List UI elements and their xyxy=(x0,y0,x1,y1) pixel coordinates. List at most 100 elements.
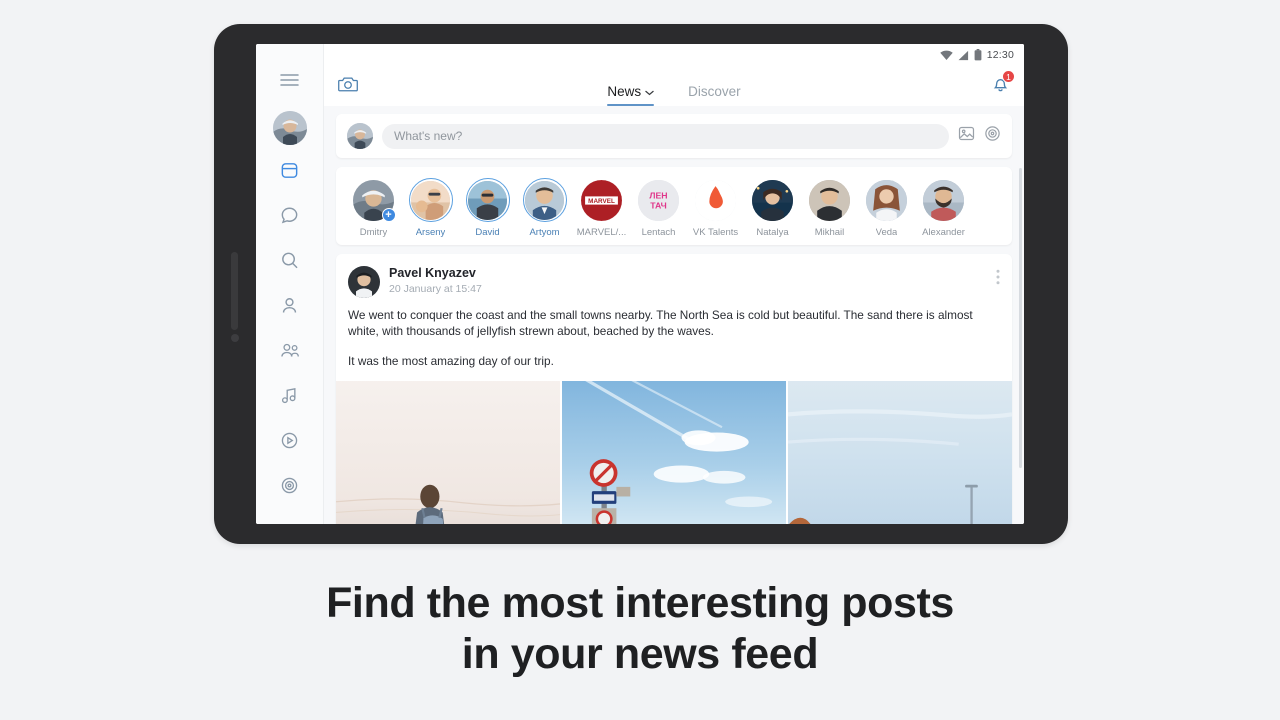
story-avatar xyxy=(411,180,450,220)
story-name: Mikhail xyxy=(814,227,845,238)
post-more-options-button[interactable] xyxy=(996,266,1000,290)
story-name: Artyom xyxy=(529,227,560,238)
story-item[interactable]: Mikhail xyxy=(801,178,858,238)
video-icon xyxy=(279,430,300,456)
sidebar-item-friends[interactable] xyxy=(268,330,312,375)
tab-discover[interactable]: Discover xyxy=(688,84,741,106)
rail-avatar-button[interactable] xyxy=(268,105,312,150)
tab-news-label: News xyxy=(607,84,642,99)
post-header: Pavel Knyazev 20 January at 15:47 xyxy=(336,254,1012,298)
notifications-button[interactable]: 1 xyxy=(991,70,1015,98)
caption-line-2: in your news feed xyxy=(461,630,819,678)
story-ring xyxy=(922,178,966,222)
story-avatar xyxy=(468,180,507,220)
story-avatar: MARVEL xyxy=(581,179,622,221)
story-name: David xyxy=(475,227,500,238)
story-avatar xyxy=(525,180,564,220)
target-icon xyxy=(279,475,300,501)
music-icon xyxy=(279,385,300,411)
messages-icon xyxy=(279,205,300,231)
avatar xyxy=(272,110,307,145)
profile-icon xyxy=(279,295,300,321)
story-item[interactable]: David xyxy=(459,178,516,238)
photo-icon xyxy=(958,125,975,147)
svg-text:ЛЕН: ЛЕН xyxy=(649,190,667,200)
story-ring xyxy=(808,178,852,222)
attach-photo-button[interactable] xyxy=(958,125,975,147)
hamburger-menu-button[interactable] xyxy=(268,60,312,105)
story-name: VK Talents xyxy=(692,227,739,238)
marketing-caption: Find the most interesting posts in your … xyxy=(0,578,1280,680)
story-item[interactable]: VK Talents xyxy=(687,178,744,238)
post-photo-2[interactable] xyxy=(562,381,786,524)
story-ring-unseen xyxy=(408,178,453,222)
battery-icon xyxy=(974,49,982,61)
more-options-icon xyxy=(996,269,1000,290)
story-ring: + xyxy=(352,178,396,222)
story-item[interactable]: Arseny xyxy=(402,178,459,238)
target-icon xyxy=(984,125,1001,147)
story-avatar: ЛЕН ТАЧ xyxy=(638,179,679,221)
tab-news[interactable]: News xyxy=(607,84,654,106)
tablet-device-frame: 12:30 News Discover 1 What's new? + Dmit… xyxy=(214,24,1068,544)
story-ring xyxy=(865,178,909,222)
story-name: Arseny xyxy=(415,227,446,238)
stories-row[interactable]: + Dmitry Arseny David Artyom MARVEL MARVEL/...… xyxy=(336,167,1012,245)
news-feed-scroll-area[interactable]: What's new? + Dmitry Arseny David Artyom… xyxy=(324,106,1024,524)
story-avatar xyxy=(695,179,736,221)
sidebar-item-services[interactable] xyxy=(268,465,312,510)
tab-discover-label: Discover xyxy=(688,84,741,99)
composer-placeholder: What's new? xyxy=(394,129,463,143)
story-item[interactable]: + Dmitry xyxy=(345,178,402,238)
caption-line-1: Find the most interesting posts xyxy=(326,579,954,627)
wifi-icon xyxy=(939,50,953,61)
sidebar-item-messages[interactable] xyxy=(268,195,312,240)
top-navigation-bar: News Discover 1 xyxy=(324,66,1024,106)
story-ring xyxy=(751,178,795,222)
camera-button[interactable] xyxy=(338,75,358,98)
feed-scrollbar[interactable] xyxy=(1019,168,1022,468)
volume-rocker[interactable] xyxy=(231,252,238,330)
news-feed-icon xyxy=(279,160,300,186)
sidebar-item-music[interactable] xyxy=(268,375,312,420)
add-story-icon[interactable]: + xyxy=(381,208,396,222)
post-author-name: Pavel Knyazev xyxy=(389,266,476,280)
story-item[interactable]: Natalya xyxy=(744,178,801,238)
story-name: Veda xyxy=(875,227,898,238)
sidebar-item-profile[interactable] xyxy=(268,285,312,330)
screenshot-root: 12:30 News Discover 1 What's new? + Dmit… xyxy=(0,0,1280,720)
composer-input[interactable]: What's new? xyxy=(382,123,949,149)
story-item[interactable]: Alexander xyxy=(915,178,972,238)
story-name: Lentach xyxy=(641,227,676,238)
post-body: We went to conquer the coast and the sma… xyxy=(336,298,1012,369)
story-item[interactable]: MARVEL MARVEL/... xyxy=(573,178,630,238)
post-author-block: Pavel Knyazev 20 January at 15:47 xyxy=(389,266,482,295)
story-item[interactable]: Veda xyxy=(858,178,915,238)
composer-avatar xyxy=(347,123,373,149)
story-item[interactable]: Artyom xyxy=(516,178,573,238)
notification-badge: 1 xyxy=(1002,70,1015,83)
story-ring: MARVEL xyxy=(580,178,624,222)
post-paragraph-1: We went to conquer the coast and the sma… xyxy=(348,308,973,338)
record-button[interactable] xyxy=(984,125,1001,147)
story-ring-unseen xyxy=(465,178,510,222)
sidebar-item-news[interactable] xyxy=(268,150,312,195)
android-status-bar: 12:30 xyxy=(324,44,1024,66)
post-photo-1[interactable] xyxy=(336,381,560,524)
stories-card: + Dmitry Arseny David Artyom MARVEL MARVEL/...… xyxy=(336,167,1012,245)
story-ring-unseen xyxy=(522,178,567,222)
post-photo-grid xyxy=(336,381,1012,524)
post-author-avatar[interactable] xyxy=(348,266,380,298)
sidebar-item-search[interactable] xyxy=(268,240,312,285)
app-main-column: 12:30 News Discover 1 What's new? + Dmit… xyxy=(324,44,1024,524)
post-photo-3[interactable] xyxy=(788,381,1012,524)
post-date: 20 January at 15:47 xyxy=(389,283,482,295)
story-ring: ЛЕН ТАЧ xyxy=(637,178,681,222)
story-name: MARVEL/... xyxy=(576,227,627,238)
post-card: Pavel Knyazev 20 January at 15:47 We wen… xyxy=(336,254,1012,524)
story-item[interactable]: ЛЕН ТАЧ Lentach xyxy=(630,178,687,238)
story-avatar xyxy=(752,179,793,221)
story-ring xyxy=(694,178,738,222)
sidebar-item-video[interactable] xyxy=(268,420,312,465)
svg-text:MARVEL: MARVEL xyxy=(588,198,615,205)
